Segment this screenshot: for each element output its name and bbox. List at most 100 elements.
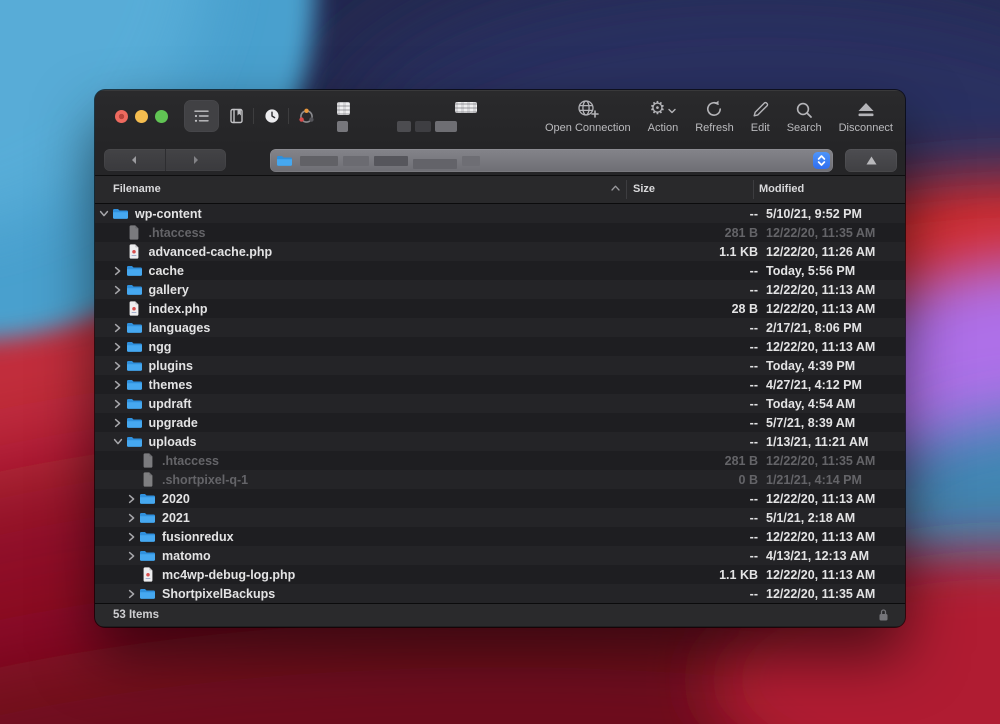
modified-value: 4/27/21, 4:12 PM: [766, 378, 905, 392]
column-header-modified[interactable]: Modified: [759, 183, 804, 195]
disclosure-chevron-right-icon[interactable]: [125, 589, 137, 599]
globe-plus-icon: [576, 97, 600, 119]
disclosure-chevron-right-icon[interactable]: [112, 380, 124, 390]
filename-label: fusionredux: [162, 530, 638, 544]
disclosure-chevron-right-icon[interactable]: [112, 418, 124, 428]
file-row[interactable]: ShortpixelBackups--12/22/20, 11:35 AM: [95, 584, 905, 603]
pencil-icon: [751, 97, 770, 119]
php-file-icon: [126, 301, 143, 316]
disclosure-chevron-down-icon[interactable]: [112, 437, 124, 446]
file-row[interactable]: gallery--12/22/20, 11:13 AM: [95, 280, 905, 299]
sync-segment[interactable]: [289, 100, 324, 132]
column-divider[interactable]: [753, 180, 754, 199]
size-value: 28 B: [638, 302, 758, 316]
file-row[interactable]: 2021--5/1/21, 2:18 AM: [95, 508, 905, 527]
file-row[interactable]: themes--4/27/21, 4:12 PM: [95, 375, 905, 394]
file-row[interactable]: matomo--4/13/21, 12:13 AM: [95, 546, 905, 565]
file-row[interactable]: updraft-- Today, 4:54 AM: [95, 394, 905, 413]
disclosure-chevron-right-icon[interactable]: [112, 342, 124, 352]
action-button[interactable]: ⚙Action: [648, 97, 679, 134]
history-segment[interactable]: [254, 100, 289, 132]
current-path-dropdown[interactable]: [270, 149, 833, 172]
zoom-window-button[interactable]: [155, 110, 168, 123]
folder-icon: [126, 339, 143, 354]
disclosure-chevron-right-icon[interactable]: [125, 551, 137, 561]
file-row[interactable]: advanced-cache.php1.1 KB12/22/20, 11:26 …: [95, 242, 905, 261]
back-button[interactable]: [104, 149, 165, 171]
file-row[interactable]: languages--2/17/21, 8:06 PM: [95, 318, 905, 337]
forward-button[interactable]: [165, 149, 227, 171]
column-header-size[interactable]: Size: [633, 183, 655, 195]
file-row[interactable]: plugins--Today, 4:39 PM: [95, 356, 905, 375]
modified-value: Today, 4:54 AM: [766, 397, 905, 411]
title-bar: Open Connection ⚙Action Refresh Edit Search D…: [95, 90, 905, 146]
path-popup-stepper-icon[interactable]: [813, 152, 830, 169]
file-row[interactable]: index.php28 B12/22/20, 11:13 AM: [95, 299, 905, 318]
modified-value: 4/13/21, 12:13 AM: [766, 549, 905, 563]
redacted-path-segment: [300, 156, 338, 166]
file-row[interactable]: fusionredux--12/22/20, 11:13 AM: [95, 527, 905, 546]
disclosure-chevron-down-icon[interactable]: [98, 209, 110, 218]
disconnect-button[interactable]: Disconnect: [839, 97, 893, 134]
filename-label: updraft: [149, 397, 639, 411]
path-bar: [95, 146, 905, 176]
filename-label: .htaccess: [149, 226, 639, 240]
disclosure-chevron-right-icon[interactable]: [125, 532, 137, 542]
file-row[interactable]: mc4wp-debug-log.php1.1 KB12/22/20, 11:13…: [95, 565, 905, 584]
refresh-icon: [704, 97, 724, 119]
file-row[interactable]: ngg--12/22/20, 11:13 AM: [95, 337, 905, 356]
file-icon: [126, 225, 143, 240]
file-row[interactable]: uploads--1/13/21, 11:21 AM: [95, 432, 905, 451]
bookmarks-segment[interactable]: [219, 100, 254, 132]
file-row[interactable]: .shortpixel-q-10 B1/21/21, 4:14 PM: [95, 470, 905, 489]
size-value: 1.1 KB: [638, 568, 758, 582]
disclosure-chevron-right-icon[interactable]: [112, 361, 124, 371]
filename-label: .shortpixel-q-1: [162, 473, 638, 487]
file-row[interactable]: wp-content--5/10/21, 9:52 PM: [95, 204, 905, 223]
filename-label: uploads: [149, 435, 639, 449]
close-window-button[interactable]: [115, 110, 128, 123]
column-divider[interactable]: [626, 180, 627, 199]
file-row[interactable]: .htaccess281 B12/22/20, 11:35 AM: [95, 223, 905, 242]
size-value: --: [638, 530, 758, 544]
open-connection-button[interactable]: Open Connection: [545, 97, 631, 134]
search-button[interactable]: Search: [787, 97, 822, 134]
refresh-button[interactable]: Refresh: [695, 97, 734, 134]
disclosure-chevron-right-icon[interactable]: [112, 285, 124, 295]
folder-icon: [139, 510, 156, 525]
redacted-subtitle-block-3: [435, 121, 457, 132]
minimize-window-button[interactable]: [135, 110, 148, 123]
size-value: 1.1 KB: [638, 245, 758, 259]
size-value: 281 B: [638, 454, 758, 468]
redacted-path-segment: [374, 156, 408, 166]
items-count-label: 53 Items: [113, 609, 159, 621]
file-transfer-window: Open Connection ⚙Action Refresh Edit Search D…: [95, 90, 905, 627]
filename-label: mc4wp-debug-log.php: [162, 568, 638, 582]
go-up-directory-button[interactable]: [845, 149, 897, 172]
size-value: --: [638, 435, 758, 449]
disclosure-chevron-right-icon[interactable]: [112, 266, 124, 276]
column-header-filename[interactable]: Filename: [113, 183, 161, 195]
file-row[interactable]: upgrade--5/7/21, 8:39 AM: [95, 413, 905, 432]
folder-icon: [126, 396, 143, 411]
folder-icon: [126, 377, 143, 392]
edit-button[interactable]: Edit: [751, 97, 770, 134]
disclosure-chevron-right-icon[interactable]: [112, 399, 124, 409]
file-row[interactable]: .htaccess281 B12/22/20, 11:35 AM: [95, 451, 905, 470]
disclosure-chevron-right-icon[interactable]: [125, 513, 137, 523]
size-value: --: [638, 492, 758, 506]
filename-label: plugins: [149, 359, 639, 373]
disclosure-chevron-right-icon[interactable]: [125, 494, 137, 504]
size-value: --: [638, 283, 758, 297]
size-value: --: [638, 397, 758, 411]
file-row[interactable]: cache--Today, 5:56 PM: [95, 261, 905, 280]
outline-view-segment[interactable]: [184, 100, 219, 132]
size-value: 0 B: [638, 473, 758, 487]
modified-value: 12/22/20, 11:13 AM: [766, 492, 905, 506]
blue-folder-icon: [276, 154, 293, 167]
size-value: --: [638, 264, 758, 278]
file-row[interactable]: 2020--12/22/20, 11:13 AM: [95, 489, 905, 508]
disclosure-chevron-right-icon[interactable]: [112, 323, 124, 333]
file-list: wp-content--5/10/21, 9:52 PM.htaccess281…: [95, 204, 905, 603]
filename-label: 2021: [162, 511, 638, 525]
